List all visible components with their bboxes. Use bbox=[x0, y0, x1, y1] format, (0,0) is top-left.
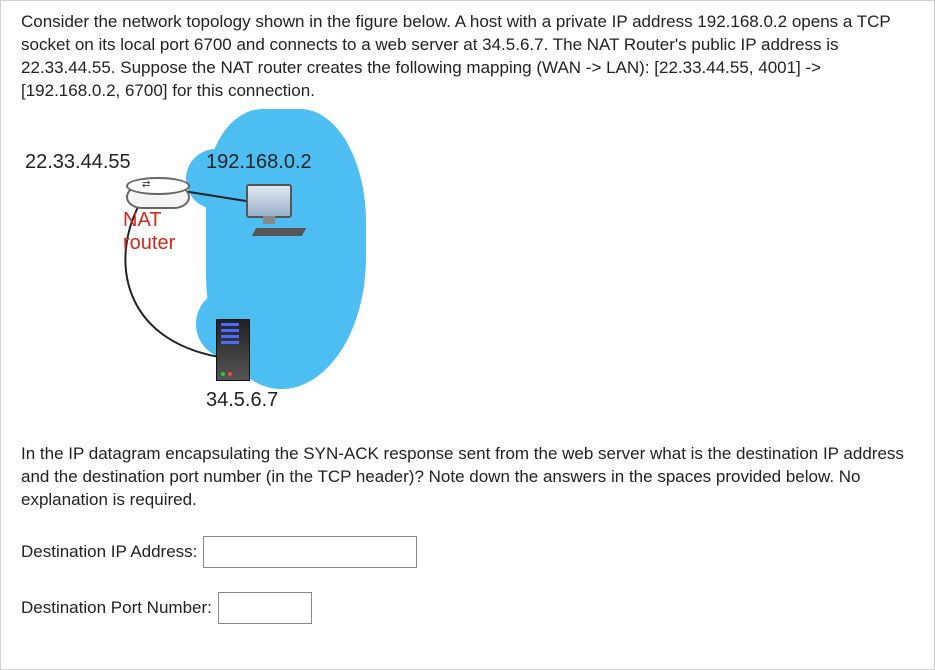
nat-public-ip-label: 22.33.44.55 bbox=[25, 151, 131, 174]
server-ip-label: 34.5.6.7 bbox=[206, 389, 278, 412]
host-computer-icon bbox=[246, 184, 304, 236]
nat-router-label: NAT router bbox=[123, 209, 175, 255]
question-intro: Consider the network topology shown in t… bbox=[21, 11, 914, 103]
dest-port-label: Destination Port Number: bbox=[21, 598, 212, 618]
nat-label-line2: router bbox=[123, 232, 175, 255]
dest-ip-input[interactable] bbox=[203, 536, 417, 568]
dest-port-row: Destination Port Number: bbox=[21, 592, 914, 624]
dest-ip-row: Destination IP Address: bbox=[21, 536, 914, 568]
nat-router-icon: ⇄ bbox=[126, 177, 186, 205]
network-diagram: 22.33.44.55 ⇄ NAT router 192.168.0.2 34.… bbox=[21, 109, 401, 429]
dest-ip-label: Destination IP Address: bbox=[21, 542, 197, 562]
nat-label-line1: NAT bbox=[123, 209, 175, 232]
question-followup: In the IP datagram encapsulating the SYN… bbox=[21, 443, 914, 512]
host-ip-label: 192.168.0.2 bbox=[206, 151, 312, 174]
question-card: Consider the network topology shown in t… bbox=[0, 0, 935, 670]
web-server-icon bbox=[216, 319, 250, 381]
dest-port-input[interactable] bbox=[218, 592, 312, 624]
